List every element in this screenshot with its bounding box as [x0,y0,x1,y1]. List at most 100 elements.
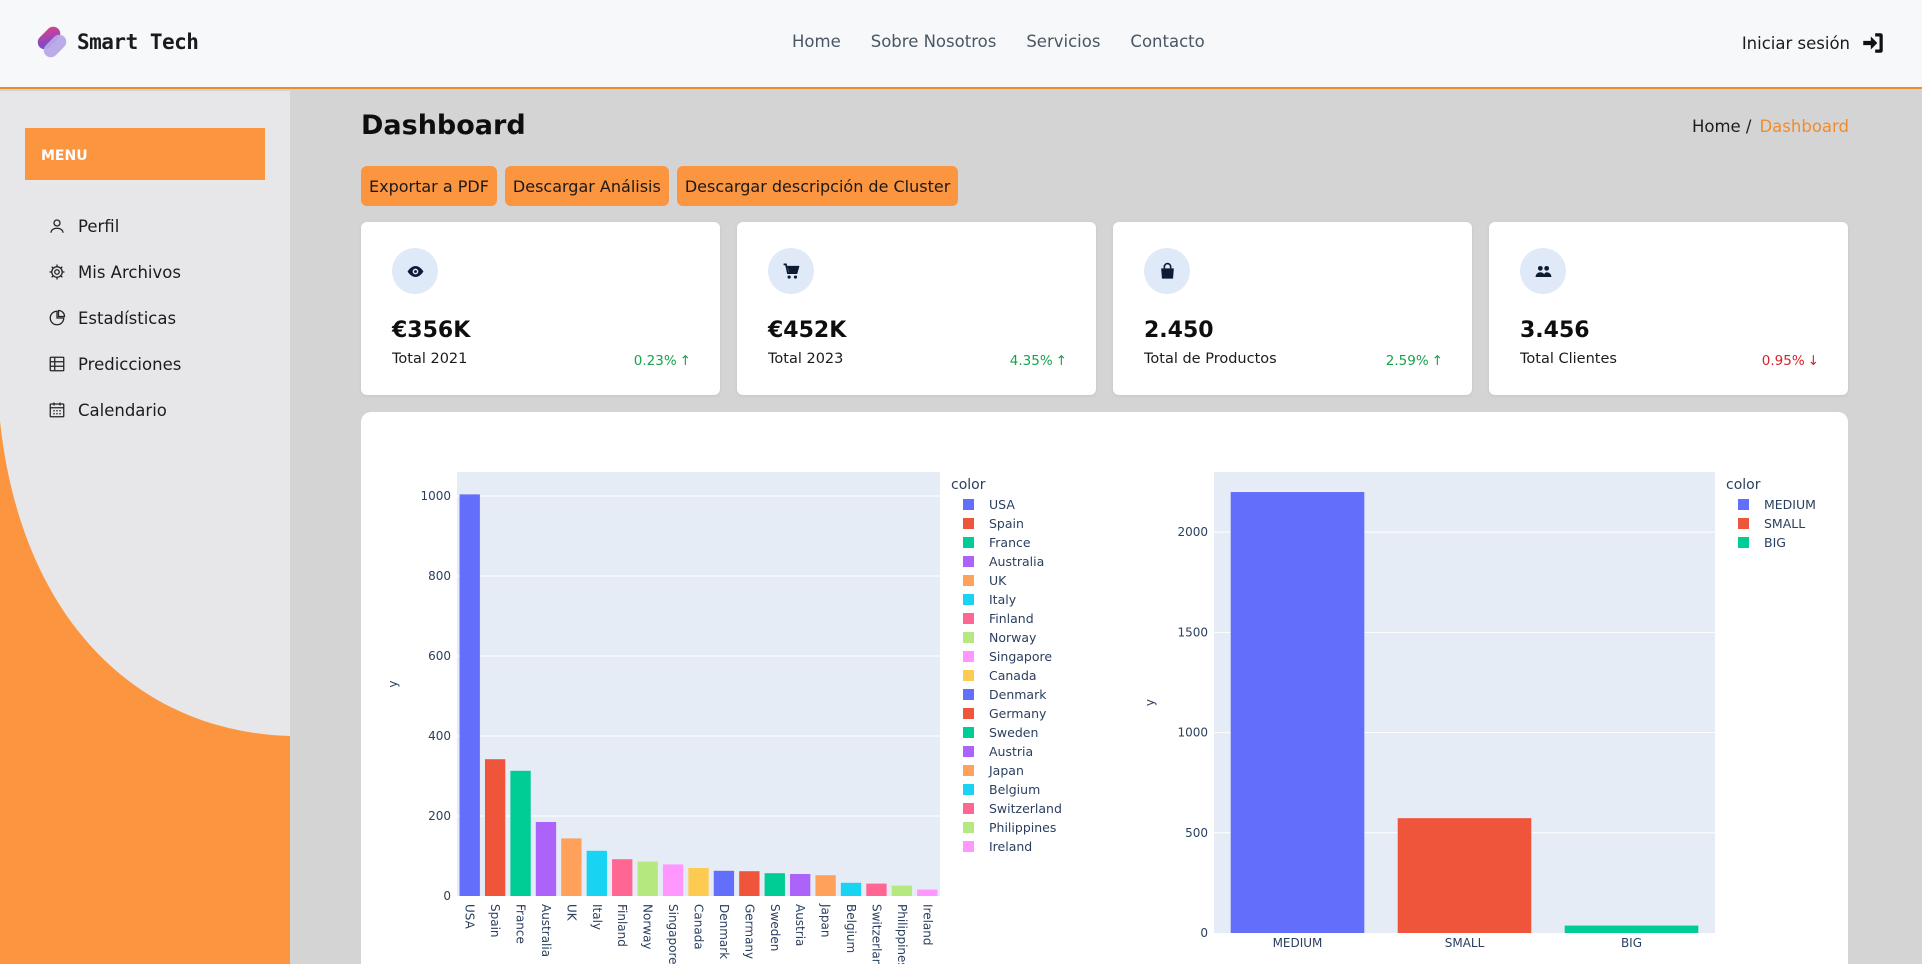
legend-swatch [963,708,974,719]
arrow-up-icon: ↑ [1431,353,1443,369]
brand-logo[interactable]: Smart Tech [33,23,199,61]
main-nav: Home Sobre Nosotros Servicios Contacto [792,32,1205,51]
person-icon [50,219,64,233]
x-tick-label: SMALL [1445,936,1485,950]
x-tick-label: Germany [742,904,756,959]
download-cluster-button[interactable]: Descargar descripción de Cluster [676,166,959,206]
stat-label: Total 2021 [392,351,468,367]
legend-label: Japan [988,763,1024,778]
x-tick-label: Ireland [920,904,934,946]
stat-card-total-clientes: 3.456 Total Clientes 0.95% ↓ [1489,222,1848,395]
legend-swatch [963,822,974,833]
legend-label: BIG [1764,535,1786,550]
arrow-up-icon: ↑ [679,353,691,369]
sidebar-item-perfil[interactable]: Perfil [48,203,181,249]
table-icon [49,356,65,372]
bar-ireland [917,889,938,896]
legend-swatch [963,670,974,681]
y-tick-label: 600 [428,649,451,663]
export-pdf-button[interactable]: Exportar a PDF [361,166,497,206]
legend-label: Germany [989,706,1047,721]
legend-label: Ireland [989,839,1032,854]
x-tick-label: Japan [819,903,833,937]
legend-swatch [963,765,974,776]
stat-delta: 2.59% ↑ [1386,353,1443,369]
legend-swatch [1738,537,1749,548]
bar-germany [739,871,760,896]
bar-switzerland [866,883,887,896]
bar-big [1564,925,1699,933]
x-tick-label: Italy [590,904,604,930]
bar-france [510,770,531,896]
legend-label: SMALL [1764,516,1805,531]
y-tick-label: 400 [428,729,451,743]
sidebar-item-predicciones[interactable]: Predicciones [48,341,181,387]
login-link[interactable]: Iniciar sesión [1742,30,1886,56]
legend-swatch [963,689,974,700]
arrow-down-icon: ↓ [1807,353,1819,369]
stat-delta-value: 0.23% [633,353,677,369]
stat-value: 3.456 [1520,318,1590,343]
y-axis-label: y [386,680,400,687]
nav-contact[interactable]: Contacto [1130,32,1204,51]
calendar-icon [49,402,65,418]
charts-canvas: 0 200 400 600 800 1000 y USA Spain France Australi… [386,472,1816,964]
stat-label: Total Clientes [1520,351,1617,367]
legend-swatch [963,651,974,662]
x-tick-label: Sweden [768,904,782,951]
legend-label: Spain [989,516,1024,531]
bar-uk [561,838,582,896]
download-analysis-button[interactable]: Descargar Análisis [504,166,669,206]
gear-icon [49,264,65,280]
stat-delta: 0.23% ↑ [634,353,691,369]
nav-home[interactable]: Home [792,32,841,51]
login-label: Iniciar sesión [1741,33,1850,53]
x-tick-label: Philippines [895,904,909,964]
sidebar-item-calendario[interactable]: Calendario [48,387,181,433]
sidebar-item-label: Estadísticas [78,308,177,328]
x-tick-label: BIG [1621,936,1642,950]
bar-sweden [764,873,785,896]
menu-header: MENU [25,128,265,180]
page-title: Dashboard [361,110,526,141]
eye-icon [392,248,438,294]
stat-delta: 4.35% ↑ [1010,353,1067,369]
bar-canada [688,868,709,896]
legend-swatch [963,803,974,814]
legend-swatch [963,499,974,510]
sidebar: MENU Perfil Mis Archivos Estadísticas Pr… [0,91,290,964]
brand-mark-icon [37,26,67,58]
x-tick-label: Singapore [666,904,680,964]
people-icon [1520,248,1566,294]
nav-about[interactable]: Sobre Nosotros [871,32,997,51]
bar-finland [612,859,633,896]
stat-label: Total 2023 [768,351,844,367]
chart-panel: 0 200 400 600 800 1000 y USA Spain France Australi… [361,412,1848,964]
y-tick-label: 1000 [420,489,451,503]
y-tick-label: 500 [1185,826,1208,840]
bar-singapore [662,864,684,896]
legend-label: Philippines [989,820,1056,835]
stat-card-total-2021: €356K Total 2021 0.23% ↑ [361,222,720,395]
nav-services[interactable]: Servicios [1026,32,1100,51]
pie-chart-icon [49,309,66,326]
x-tick-label: Switzerland [869,904,883,964]
action-buttons: Exportar a PDF Descargar Análisis Descar… [361,166,959,206]
legend-label: UK [989,573,1007,588]
brand-name: Smart Tech [77,30,199,54]
sidebar-item-mis-archivos[interactable]: Mis Archivos [48,249,181,295]
legend-label: Finland [989,611,1034,626]
breadcrumb: Home / Dashboard [1692,117,1849,136]
legend-swatch [963,613,974,624]
breadcrumb-home[interactable]: Home / [1692,117,1752,136]
stat-value: 2.450 [1144,318,1214,343]
bar-italy [586,850,607,896]
bar-japan [815,875,836,896]
top-navbar: Smart Tech Home Sobre Nosotros Servicios… [0,0,1922,89]
sidebar-item-estadisticas[interactable]: Estadísticas [48,295,181,341]
x-tick-label: Finland [615,904,629,947]
legend-label: Canada [989,668,1037,683]
legend-swatch [963,841,974,852]
sidebar-item-label: Mis Archivos [78,262,181,282]
legend-title: color [951,477,986,493]
